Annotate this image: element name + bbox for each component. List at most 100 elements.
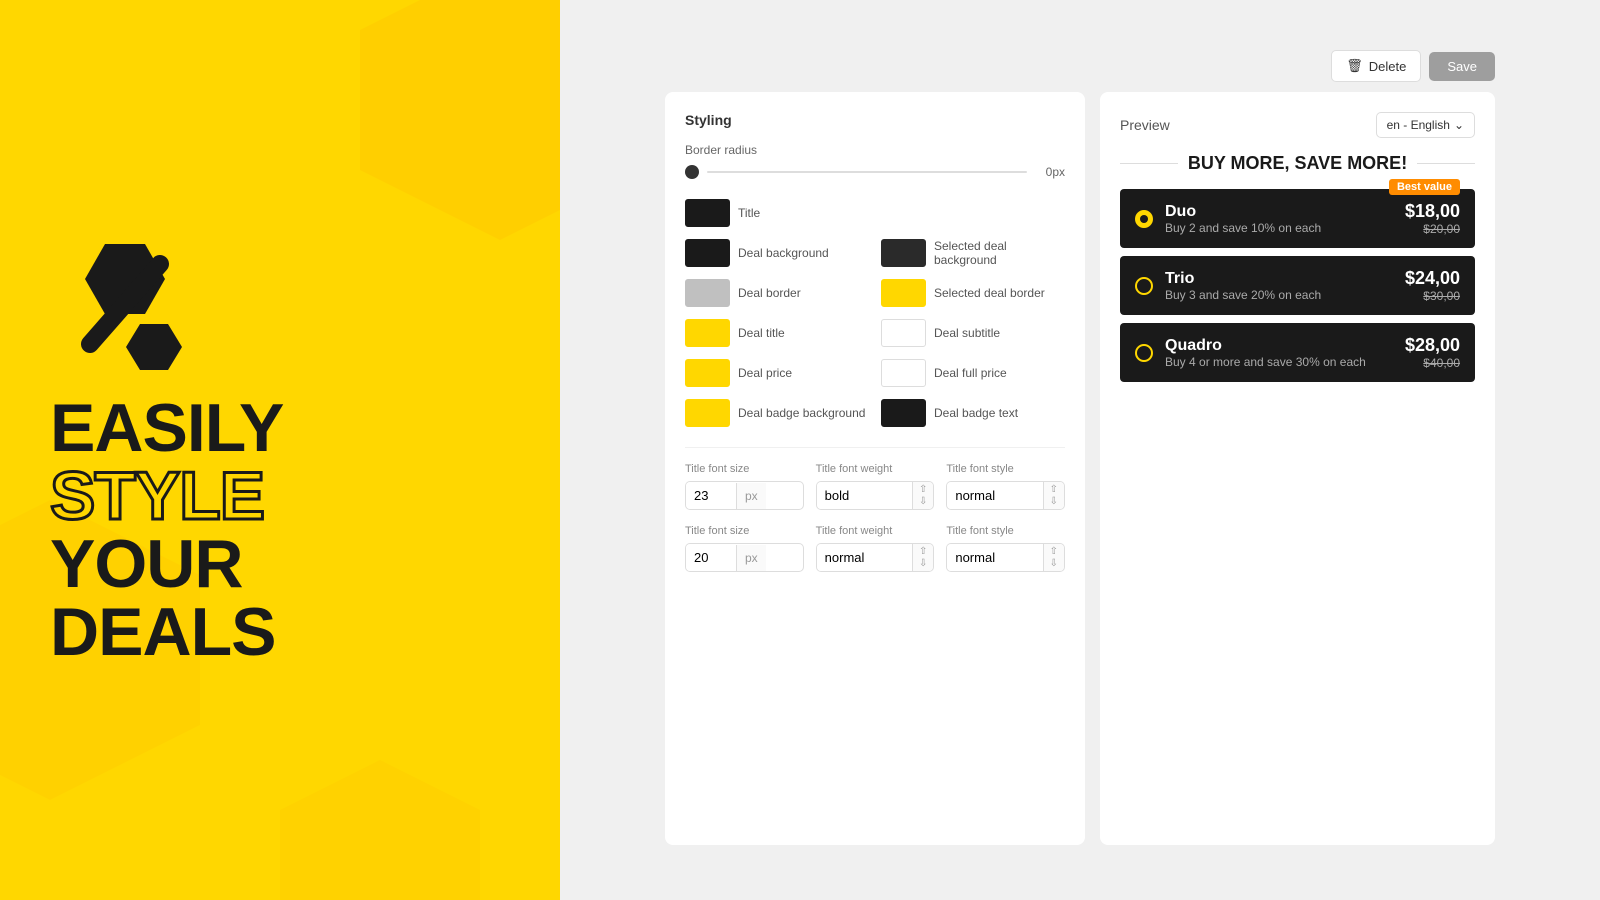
- deal-desc-trio: Buy 3 and save 20% on each: [1165, 288, 1393, 302]
- deal-current-price-quadro: $28,00: [1405, 335, 1460, 356]
- font-style-label-2: Title font style: [946, 525, 1065, 537]
- preview-title: BUY MORE, SAVE MORE!: [1120, 153, 1475, 174]
- selected-deal-border-swatch[interactable]: [881, 279, 926, 307]
- deal-info-quadro: Quadro Buy 4 or more and save 30% on eac…: [1165, 337, 1393, 369]
- font-size-label-2: Title font size: [685, 525, 804, 537]
- deal-info-duo: Duo Buy 2 and save 10% on each: [1165, 203, 1393, 235]
- font-size-unit-2: px: [736, 545, 766, 571]
- deal-full-price-label: Deal full price: [934, 366, 1007, 380]
- chevron-up-down-icon-3: ⇧⇩: [912, 544, 933, 571]
- deal-subtitle-swatch[interactable]: [881, 319, 926, 347]
- font-style-select-1: normal italic oblique ⇧⇩: [946, 481, 1065, 510]
- deal-name-trio: Trio: [1165, 270, 1393, 288]
- deal-name-quadro: Quadro: [1165, 337, 1393, 355]
- deal-radio-trio: [1135, 277, 1153, 295]
- color-item-deal-full-price: Deal full price: [881, 359, 1065, 387]
- logo-area: [50, 234, 210, 374]
- color-item-selected-deal-border: Selected deal border: [881, 279, 1065, 307]
- font-weight-select-2: normal bold bolder lighter ⇧⇩: [816, 543, 935, 572]
- main-window: 🗑 Delete Save Styling Border radius: [650, 40, 1510, 860]
- deal-title-label: Deal title: [738, 326, 785, 340]
- title-line-left: [1120, 163, 1178, 164]
- deal-price-trio: $24,00 $30,00: [1405, 268, 1460, 303]
- font-weight-dropdown-2[interactable]: normal bold bolder lighter: [817, 544, 912, 571]
- selected-deal-bg-swatch[interactable]: [881, 239, 926, 267]
- chevron-up-down-icon-2: ⇧⇩: [1043, 482, 1064, 509]
- color-item-deal-border: Deal border: [685, 279, 869, 307]
- deal-card-trio[interactable]: Trio Buy 3 and save 20% on each $24,00 $…: [1120, 256, 1475, 315]
- color-item-deal-subtitle: Deal subtitle: [881, 319, 1065, 347]
- deal-card-duo[interactable]: Best value Duo Buy 2 and save 10% on eac…: [1120, 189, 1475, 248]
- hex-decoration-bottom-right: [280, 760, 480, 900]
- preview-header: Preview en - English ⌄: [1120, 112, 1475, 138]
- tagline: EASILY STYLE YOUR DEALS: [50, 394, 283, 666]
- deal-current-price-trio: $24,00: [1405, 268, 1460, 289]
- deal-badge-bg-swatch[interactable]: [685, 399, 730, 427]
- tagline-line4: DEALS: [50, 598, 283, 666]
- deal-bg-swatch[interactable]: [685, 239, 730, 267]
- title-line-right: [1417, 163, 1475, 164]
- deal-card-quadro[interactable]: Quadro Buy 4 or more and save 30% on eac…: [1120, 323, 1475, 382]
- preview-title-text: BUY MORE, SAVE MORE!: [1188, 153, 1407, 174]
- color-grid: Deal background Selected deal background…: [685, 239, 1065, 427]
- preview-label: Preview: [1120, 117, 1170, 133]
- font-style-dropdown-1[interactable]: normal italic oblique: [947, 482, 1042, 509]
- deal-badge-text-swatch[interactable]: [881, 399, 926, 427]
- deal-radio-duo: [1135, 210, 1153, 228]
- color-item-deal-badge-text: Deal badge text: [881, 399, 1065, 427]
- deal-price-label: Deal price: [738, 366, 792, 380]
- deal-badge-bg-label: Deal badge background: [738, 406, 865, 420]
- border-radius-slider[interactable]: 0px: [685, 165, 1065, 179]
- language-select[interactable]: en - English ⌄: [1376, 112, 1475, 138]
- border-radius-section: Border radius 0px: [685, 143, 1065, 179]
- deal-border-label: Deal border: [738, 286, 801, 300]
- language-value: en - English: [1387, 118, 1450, 132]
- selected-deal-border-label: Selected deal border: [934, 286, 1045, 300]
- color-item-deal-title: Deal title: [685, 319, 869, 347]
- font-size-field-1[interactable]: [686, 482, 736, 509]
- font-weight-label-2: Title font weight: [816, 525, 935, 537]
- tagline-line2: STYLE: [50, 462, 283, 530]
- chevron-up-down-icon-1: ⇧⇩: [912, 482, 933, 509]
- font-row-2: Title font size Title font weight Title …: [685, 525, 1065, 572]
- save-button[interactable]: Save: [1429, 52, 1495, 81]
- right-panel: 🗑 Delete Save Styling Border radius: [560, 0, 1600, 900]
- font-size-input-2: px: [685, 543, 804, 572]
- deal-original-price-trio: $30,00: [1405, 289, 1460, 303]
- styling-title: Styling: [685, 112, 1065, 128]
- chevron-up-down-icon-4: ⇧⇩: [1043, 544, 1064, 571]
- deal-original-price-quadro: $40,00: [1405, 356, 1460, 370]
- trash-icon: 🗑: [1346, 58, 1363, 74]
- font-size-input-1: px: [685, 481, 804, 510]
- deal-title-swatch[interactable]: [685, 319, 730, 347]
- color-title-row: Title: [685, 199, 1065, 227]
- border-radius-label-row: Border radius: [685, 143, 1065, 157]
- font-size-unit-1: px: [736, 483, 766, 509]
- deal-price-swatch[interactable]: [685, 359, 730, 387]
- config-panel: Styling Border radius 0px Title: [665, 92, 1085, 845]
- font-style-label-1: Title font style: [946, 463, 1065, 475]
- deal-subtitle-label: Deal subtitle: [934, 326, 1000, 340]
- color-item-selected-deal-bg: Selected deal background: [881, 239, 1065, 267]
- chevron-icon: ⌄: [1454, 118, 1464, 132]
- tagline-line3: YOUR: [50, 530, 283, 598]
- color-item-deal-badge-bg: Deal badge background: [685, 399, 869, 427]
- font-weight-dropdown-1[interactable]: bold normal bolder lighter: [817, 482, 912, 509]
- font-size-field-2[interactable]: [686, 544, 736, 571]
- deal-border-swatch[interactable]: [685, 279, 730, 307]
- deal-desc-quadro: Buy 4 or more and save 30% on each: [1165, 355, 1393, 369]
- font-style-dropdown-2[interactable]: normal italic oblique: [947, 544, 1042, 571]
- hex-decoration-top: [360, 0, 560, 240]
- deal-price-quadro: $28,00 $40,00: [1405, 335, 1460, 370]
- border-radius-label: Border radius: [685, 143, 757, 157]
- deals-container: Best value Duo Buy 2 and save 10% on eac…: [1120, 189, 1475, 382]
- save-label: Save: [1447, 59, 1477, 74]
- delete-button[interactable]: 🗑 Delete: [1331, 50, 1421, 82]
- slider-track: [707, 171, 1027, 173]
- best-value-badge: Best value: [1389, 179, 1460, 195]
- title-color-swatch[interactable]: [685, 199, 730, 227]
- deal-bg-label: Deal background: [738, 246, 829, 260]
- deal-badge-text-label: Deal badge text: [934, 406, 1018, 420]
- deal-full-price-swatch[interactable]: [881, 359, 926, 387]
- delete-label: Delete: [1369, 59, 1407, 74]
